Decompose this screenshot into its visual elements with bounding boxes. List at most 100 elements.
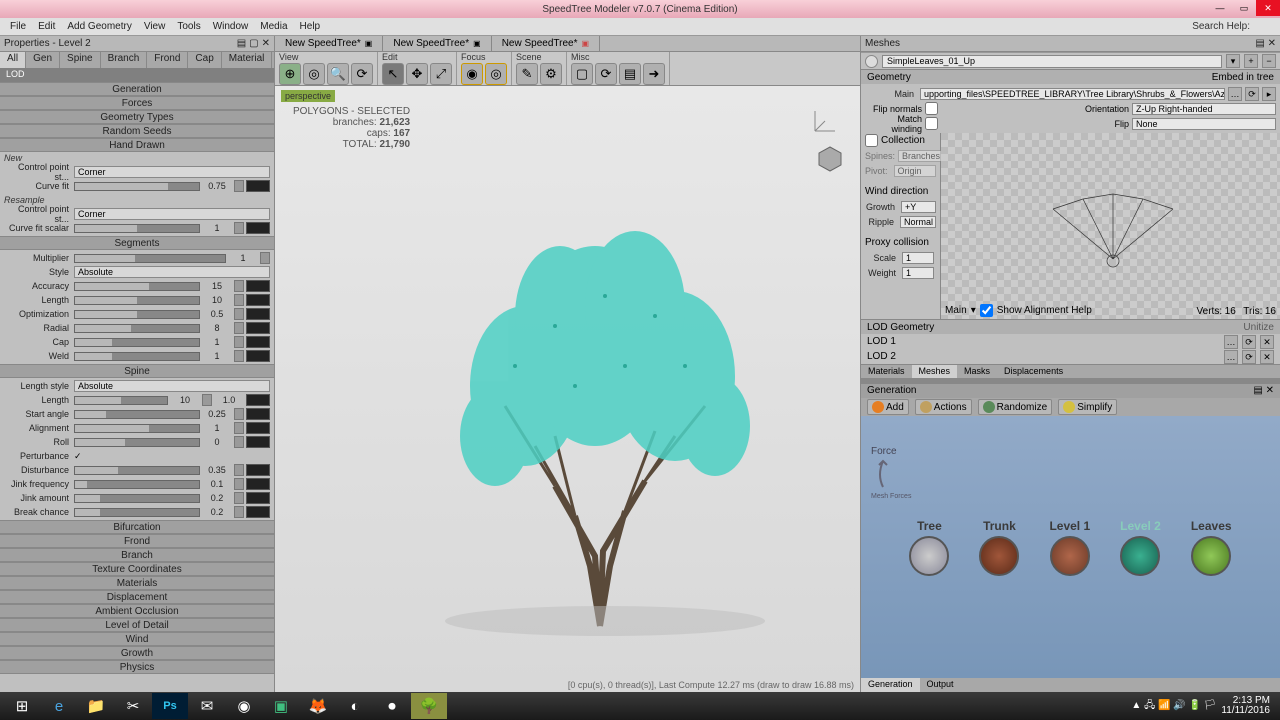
scale-icon[interactable]: ⤢ [430, 63, 452, 85]
tab-gen[interactable]: Gen [26, 52, 60, 68]
section-branch[interactable]: Branch [0, 548, 274, 562]
viewport[interactable]: perspective POLYGONS - SELECTED branches… [275, 86, 860, 692]
sel-length-style[interactable]: Absolute [74, 380, 270, 392]
section-wind[interactable]: Wind [0, 632, 274, 646]
search-help-label[interactable]: Search Help: [1192, 21, 1250, 32]
tab-all[interactable]: All [0, 52, 26, 68]
curve-jink-amt[interactable] [246, 492, 270, 504]
doc-tab-1-close[interactable]: ▣ [365, 39, 373, 48]
speedtree-icon[interactable]: 🌳 [411, 693, 447, 719]
section-forces[interactable]: Forces [0, 96, 274, 110]
lod1-del-icon[interactable]: ✕ [1260, 335, 1274, 349]
section-displacement[interactable]: Displacement [0, 590, 274, 604]
curve-cap[interactable] [246, 336, 270, 348]
misc-icon-2[interactable]: ⟳ [595, 63, 617, 85]
lod1-browse-icon[interactable]: … [1224, 335, 1238, 349]
section-geometry-types[interactable]: Geometry Types [0, 110, 274, 124]
sel-ripple[interactable]: Normal [900, 216, 936, 228]
menu-window[interactable]: Window [207, 21, 255, 32]
mat-tab-meshes[interactable]: Meshes [912, 365, 958, 378]
gen-node-tree[interactable]: Tree [909, 519, 949, 576]
mesh-preview[interactable]: Main ▾ Show Alignment Help Verts: 16 Tri… [941, 133, 1280, 319]
mat-tab-displacements[interactable]: Displacements [997, 365, 1070, 378]
spin-radial[interactable] [234, 322, 244, 334]
curve-break[interactable] [246, 506, 270, 518]
gen-add-button[interactable]: Add [867, 399, 909, 415]
sld-start-angle[interactable] [74, 410, 200, 419]
spin-length[interactable] [234, 294, 244, 306]
sld-cap[interactable] [74, 338, 200, 347]
section-segments[interactable]: Segments [0, 236, 274, 250]
gen-node-level1[interactable]: Level 1 [1049, 519, 1090, 576]
snip-icon[interactable]: ✂ [115, 693, 151, 719]
firefox-icon[interactable]: 🦊 [300, 693, 336, 719]
menu-file[interactable]: File [4, 21, 32, 32]
preview-dropdown-icon[interactable]: ▾ [971, 305, 976, 316]
spin-start-angle[interactable] [234, 408, 244, 420]
sel-spines[interactable]: Branches [898, 150, 944, 162]
target-icon[interactable]: ◎ [303, 63, 325, 85]
section-bifurcation[interactable]: Bifurcation [0, 520, 274, 534]
spin-roll[interactable] [234, 436, 244, 448]
section-hand-drawn[interactable]: Hand Drawn [0, 138, 274, 152]
orb-icon[interactable]: ⊕ [279, 63, 301, 85]
mesh-thumb-icon[interactable] [865, 55, 878, 68]
menu-view[interactable]: View [138, 21, 172, 32]
spin-disturbance[interactable] [234, 464, 244, 476]
fld-weight[interactable]: 1 [902, 267, 934, 279]
menu-edit[interactable]: Edit [32, 21, 61, 32]
gen-node-level2[interactable]: Level 2 [1120, 519, 1161, 576]
mesh-del-button[interactable]: − [1262, 54, 1276, 68]
spin-multiplier[interactable] [260, 252, 270, 264]
sld-accuracy[interactable] [74, 282, 200, 291]
mat-tab-materials[interactable]: Materials [861, 365, 912, 378]
ie-icon[interactable]: e [41, 693, 77, 719]
section-ambient-occlusion[interactable]: Ambient Occlusion [0, 604, 274, 618]
unitize-label[interactable]: Unitize [1243, 322, 1274, 333]
sld-jink-amt[interactable] [74, 494, 200, 503]
sld-disturbance[interactable] [74, 466, 200, 475]
sld-multiplier[interactable] [74, 254, 226, 263]
curve-fit-scalar-editor[interactable] [246, 222, 270, 234]
section-random-seeds[interactable]: Random Seeds [0, 124, 274, 138]
section-frond[interactable]: Frond [0, 534, 274, 548]
curve-jink-freq[interactable] [246, 478, 270, 490]
curve-alignment[interactable] [246, 422, 270, 434]
spin-cap[interactable] [234, 336, 244, 348]
tab-frond[interactable]: Frond [147, 52, 188, 68]
zoom-icon[interactable]: 🔍 [327, 63, 349, 85]
curve-length[interactable] [246, 294, 270, 306]
photoshop-icon[interactable]: Ps [152, 693, 188, 719]
sel-orientation[interactable]: Z-Up Right-handed [1132, 103, 1276, 115]
nav-cube-icon[interactable] [816, 144, 844, 172]
sld-break[interactable] [74, 508, 200, 517]
reload-icon[interactable]: ⟳ [1245, 87, 1259, 101]
chk-collection[interactable] [865, 134, 878, 147]
sld-curve-fit-scalar[interactable] [74, 224, 200, 233]
select-icon[interactable]: ↖ [382, 63, 404, 85]
fld-scale[interactable]: 1 [902, 252, 934, 264]
spin-length2[interactable] [202, 394, 212, 406]
menu-tools[interactable]: Tools [171, 21, 206, 32]
section-generation[interactable]: Generation [0, 82, 274, 96]
start-button[interactable]: ⊞ [4, 693, 40, 719]
gen-randomize-button[interactable]: Randomize [978, 399, 1053, 415]
expand-icon[interactable]: ▸ [1262, 87, 1276, 101]
menu-help[interactable]: Help [294, 21, 327, 32]
app-icon-2[interactable]: ◐ [337, 693, 373, 719]
force-arrow-icon[interactable] [871, 457, 895, 491]
spin-weld[interactable] [234, 350, 244, 362]
axis-gizmo-icon[interactable] [810, 106, 840, 136]
focus-all-icon[interactable]: ◎ [485, 63, 507, 85]
spin-break[interactable] [234, 506, 244, 518]
lod1-reload-icon[interactable]: ⟳ [1242, 335, 1256, 349]
section-growth[interactable]: Growth [0, 646, 274, 660]
curve-weld[interactable] [246, 350, 270, 362]
sld-curve-fit[interactable] [74, 182, 200, 191]
spin-curve-fit-scalar[interactable] [234, 222, 244, 234]
mesh-name-field[interactable]: SimpleLeaves_01_Up [882, 55, 1222, 68]
tab-cap[interactable]: Cap [188, 52, 221, 68]
rotate-icon[interactable]: ⟳ [351, 63, 373, 85]
scene-icon-1[interactable]: ✎ [516, 63, 538, 85]
spin-jink-freq[interactable] [234, 478, 244, 490]
